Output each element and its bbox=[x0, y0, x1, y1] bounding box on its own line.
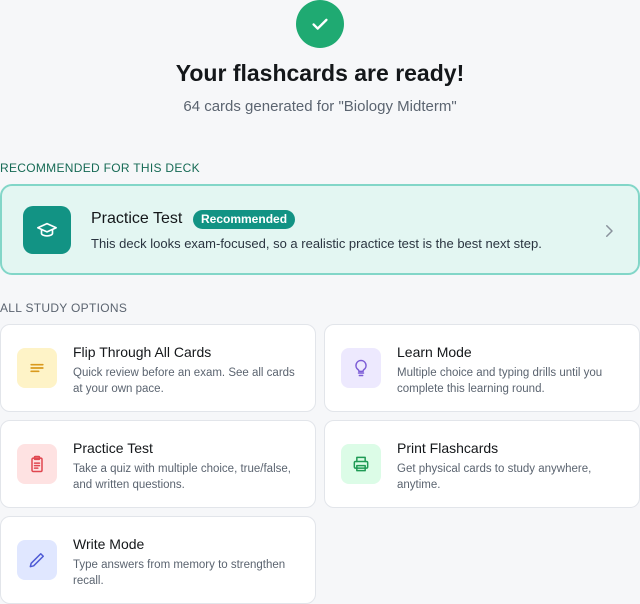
option-title: Practice Test bbox=[73, 440, 153, 456]
chevron-right-icon bbox=[600, 222, 618, 245]
flashcards-ready-page: Your flashcards are ready! 64 cards gene… bbox=[0, 0, 640, 604]
graduation-cap-icon bbox=[23, 206, 71, 254]
option-description: Quick review before an exam. See all car… bbox=[73, 367, 295, 395]
option-title: Learn Mode bbox=[397, 344, 472, 360]
recommended-description: This deck looks exam-focused, so a reali… bbox=[91, 236, 542, 251]
option-card-learn-mode[interactable]: Learn Mode Multiple choice and typing dr… bbox=[324, 324, 640, 412]
recommended-badge: Recommended bbox=[193, 210, 296, 229]
all-options-section-label: ALL STUDY OPTIONS bbox=[0, 301, 128, 315]
clipboard-icon bbox=[17, 444, 57, 484]
option-card-practice-test[interactable]: Practice Test Take a quiz with multiple … bbox=[0, 420, 316, 508]
option-description: Multiple choice and typing drills until … bbox=[397, 367, 603, 395]
pencil-icon bbox=[17, 540, 57, 580]
lightbulb-icon bbox=[341, 348, 381, 388]
option-card-print-flashcards[interactable]: Print Flashcards Get physical cards to s… bbox=[324, 420, 640, 508]
recommended-title: Practice Test bbox=[91, 210, 183, 227]
option-title: Flip Through All Cards bbox=[73, 344, 212, 360]
page-subtitle: 64 cards generated for "Biology Midterm" bbox=[183, 98, 457, 115]
printer-icon bbox=[341, 444, 381, 484]
option-description: Take a quiz with multiple choice, true/f… bbox=[73, 463, 291, 491]
recommended-section-label: RECOMMENDED FOR THIS DECK bbox=[0, 161, 200, 175]
success-check-icon bbox=[296, 0, 344, 48]
page-title: Your flashcards are ready! bbox=[175, 60, 465, 86]
option-card-flip-through[interactable]: Flip Through All Cards Quick review befo… bbox=[0, 324, 316, 412]
option-description: Type answers from memory to strengthen r… bbox=[73, 559, 286, 587]
option-card-write-mode[interactable]: Write Mode Type answers from memory to s… bbox=[0, 516, 316, 604]
document-lines-icon bbox=[17, 348, 57, 388]
option-title: Write Mode bbox=[73, 536, 145, 552]
option-description: Get physical cards to study anywhere, an… bbox=[397, 463, 592, 491]
recommended-practice-test-card[interactable]: Practice Test Recommended This deck look… bbox=[0, 184, 640, 275]
option-title: Print Flashcards bbox=[397, 440, 499, 456]
